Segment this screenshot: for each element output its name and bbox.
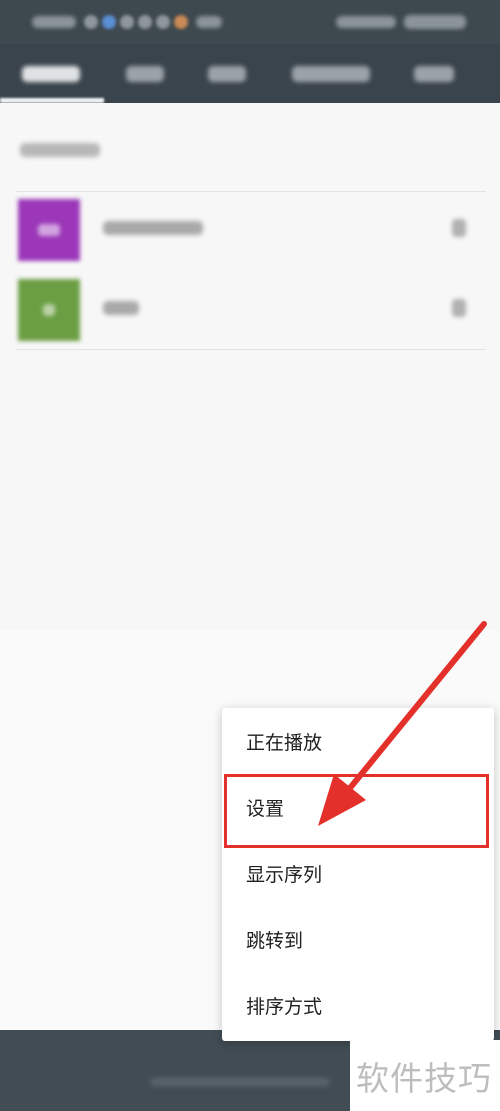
bottom-bar-content (150, 1078, 330, 1086)
tab-5[interactable] (414, 66, 454, 82)
list-item[interactable] (0, 273, 500, 345)
status-time-text (32, 16, 76, 28)
menu-item-show-sequence[interactable]: 显示序列 (222, 842, 494, 908)
divider (16, 349, 486, 350)
section-header (20, 143, 100, 157)
menu-item-now-playing[interactable]: 正在播放 (222, 710, 494, 776)
notification-icon (174, 15, 188, 29)
notification-icon (84, 15, 98, 29)
divider (16, 191, 486, 192)
notification-icon (120, 15, 134, 29)
tab-4[interactable] (292, 66, 370, 82)
notification-icon (102, 15, 116, 29)
item-thumbnail (18, 199, 80, 261)
item-count (452, 219, 466, 237)
thumbnail-glyph (43, 304, 55, 316)
library-content (0, 103, 500, 630)
tab-3[interactable] (208, 66, 246, 82)
signal-icons (336, 16, 396, 28)
menu-item-settings[interactable]: 设置 (222, 776, 494, 842)
status-bar (0, 0, 500, 44)
battery-icon (404, 15, 466, 29)
watermark: 软件技巧 (356, 1059, 492, 1098)
notification-icon (156, 15, 170, 29)
list-item[interactable] (0, 193, 500, 265)
item-count (452, 299, 466, 317)
tab-bar (0, 44, 500, 103)
tab-1[interactable] (22, 66, 80, 82)
overflow-menu: 正在播放 设置 显示序列 跳转到 排序方式 (222, 708, 494, 1041)
menu-item-jump-to[interactable]: 跳转到 (222, 908, 494, 974)
tab-2[interactable] (126, 66, 164, 82)
item-title (103, 301, 139, 315)
thumbnail-glyph (38, 224, 60, 236)
menu-item-sort-by[interactable]: 排序方式 (222, 974, 494, 1040)
top-app-bar (0, 0, 500, 103)
notification-icon (138, 15, 152, 29)
item-thumbnail (18, 279, 80, 341)
status-extra-icons (196, 16, 222, 28)
item-title (103, 221, 203, 235)
